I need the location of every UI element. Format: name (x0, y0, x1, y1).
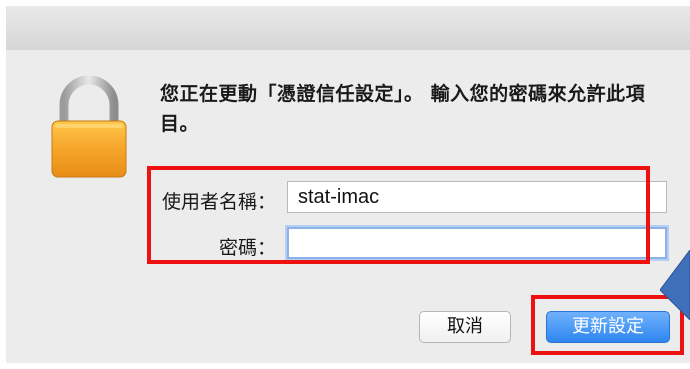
password-label: 密碼： (218, 237, 276, 259)
lock-icon (51, 75, 127, 178)
username-field[interactable] (287, 181, 667, 213)
screenshot: 您正在更動「憑證信任設定」。 輸入您的密碼來允許此項目。 使用者名稱： 密碼： … (0, 0, 690, 369)
update-settings-button[interactable]: 更新設定 (546, 311, 670, 343)
cancel-button[interactable]: 取消 (419, 311, 511, 343)
window-titlebar[interactable] (6, 6, 690, 51)
password-field[interactable] (287, 227, 667, 259)
dialog-message: 您正在更動「憑證信任設定」。 輸入您的密碼來允許此項目。 (160, 83, 646, 135)
username-label: 使用者名稱： (161, 191, 276, 213)
callout-arrow-icon (660, 250, 690, 320)
